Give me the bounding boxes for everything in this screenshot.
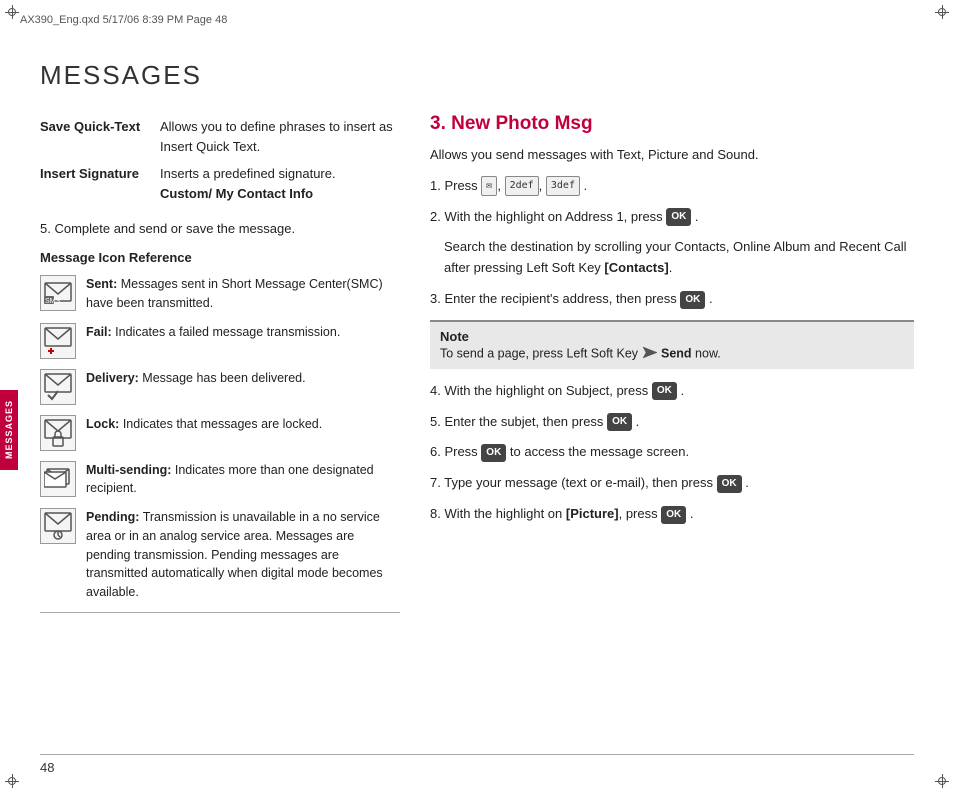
crosshair-top-right bbox=[935, 5, 949, 19]
insert-signature-value: Inserts a predefined signature.Custom/ M… bbox=[160, 160, 400, 207]
complete-text: 5. Complete and send or save the message… bbox=[40, 221, 400, 236]
pending-icon bbox=[40, 508, 76, 544]
right-column: 3. New Photo Msg Allows you send message… bbox=[430, 113, 914, 738]
step-6: 6. Press OK to access the message screen… bbox=[430, 442, 914, 463]
delivery-description: Delivery: Message has been delivered. bbox=[86, 369, 306, 388]
note-text: To send a page, press Left Soft Key bbox=[440, 346, 642, 360]
send-icon bbox=[642, 346, 658, 362]
list-item: Fail: Indicates a failed message transmi… bbox=[40, 323, 400, 359]
side-tab: MESSAGES bbox=[0, 390, 18, 470]
save-quick-text-value: Allows you to define phrases to insert a… bbox=[160, 113, 400, 160]
ok-button-step2: OK bbox=[666, 208, 691, 226]
sent-description: Sent: Messages sent in Short Message Cen… bbox=[86, 275, 400, 313]
svg-text:SMS: SMS bbox=[45, 298, 61, 304]
file-info: AX390_Eng.qxd 5/17/06 8:39 PM Page 48 bbox=[20, 14, 227, 26]
list-item: SMS Sent: Messages sent in Short Message… bbox=[40, 275, 400, 313]
lock-icon bbox=[40, 415, 76, 451]
pending-description: Pending: Transmission is unavailable in … bbox=[86, 508, 400, 602]
list-item: Pending: Transmission is unavailable in … bbox=[40, 508, 400, 602]
multi-sending-description: Multi-sending: Indicates more than one d… bbox=[86, 461, 400, 499]
save-quick-text-label: Save Quick-Text bbox=[40, 113, 160, 160]
main-content: MESSAGES Save Quick-Text Allows you to d… bbox=[40, 50, 914, 738]
fail-icon bbox=[40, 323, 76, 359]
ok-button-step3: OK bbox=[680, 291, 705, 309]
quick-text-table: Save Quick-Text Allows you to define phr… bbox=[40, 113, 400, 207]
step-2: 2. With the highlight on Address 1, pres… bbox=[430, 207, 914, 228]
multi-sending-icon bbox=[40, 461, 76, 497]
list-item: Lock: Indicates that messages are locked… bbox=[40, 415, 400, 451]
side-tab-label: MESSAGES bbox=[4, 400, 14, 459]
intro-text: Allows you send messages with Text, Pict… bbox=[430, 145, 914, 166]
fail-description: Fail: Indicates a failed message transmi… bbox=[86, 323, 340, 342]
icon-ref-list: SMS Sent: Messages sent in Short Message… bbox=[40, 275, 400, 602]
delivery-icon bbox=[40, 369, 76, 405]
ok-button-step8: OK bbox=[661, 506, 686, 524]
bottom-line bbox=[40, 754, 914, 755]
step-4: 4. With the highlight on Subject, press … bbox=[430, 381, 914, 402]
two-col-layout: Save Quick-Text Allows you to define phr… bbox=[40, 113, 914, 738]
icon-ref-title: Message Icon Reference bbox=[40, 250, 400, 265]
note-suffix: now. bbox=[695, 346, 721, 360]
key-2def: 2def bbox=[505, 176, 539, 196]
ok-button-step4: OK bbox=[652, 382, 677, 400]
sent-icon: SMS bbox=[40, 275, 76, 311]
send-label: Send bbox=[661, 346, 695, 360]
note-title: Note bbox=[440, 329, 904, 344]
section-title: 3. New Photo Msg bbox=[430, 113, 914, 135]
crosshair-bottom-left bbox=[5, 774, 19, 788]
step-5: 5. Enter the subjet, then press OK . bbox=[430, 412, 914, 433]
crosshair-bottom-right bbox=[935, 774, 949, 788]
note-box: Note To send a page, press Left Soft Key… bbox=[430, 320, 914, 369]
left-column: Save Quick-Text Allows you to define phr… bbox=[40, 113, 400, 738]
page-title: MESSAGES bbox=[40, 60, 914, 91]
lock-description: Lock: Indicates that messages are locked… bbox=[86, 415, 322, 434]
ok-button-step5: OK bbox=[607, 413, 632, 431]
step-2-sub: Search the destination by scrolling your… bbox=[430, 237, 914, 279]
step-3: 3. Enter the recipient's address, then p… bbox=[430, 289, 914, 310]
top-bar: AX390_Eng.qxd 5/17/06 8:39 PM Page 48 bbox=[20, 14, 934, 26]
left-bottom-divider bbox=[40, 612, 400, 613]
list-item: Delivery: Message has been delivered. bbox=[40, 369, 400, 405]
table-row: Insert Signature Inserts a predefined si… bbox=[40, 160, 400, 207]
table-row: Save Quick-Text Allows you to define phr… bbox=[40, 113, 400, 160]
ok-button-step6: OK bbox=[481, 444, 506, 462]
insert-signature-label: Insert Signature bbox=[40, 160, 160, 207]
step-7: 7. Type your message (text or e-mail), t… bbox=[430, 473, 914, 494]
key-3def: 3def bbox=[546, 176, 580, 196]
page-number: 48 bbox=[40, 760, 54, 775]
ok-button-step7: OK bbox=[717, 475, 742, 493]
list-item: Multi-sending: Indicates more than one d… bbox=[40, 461, 400, 499]
contacts-bracket: [Contacts] bbox=[604, 260, 668, 275]
envelope-key: ✉ bbox=[481, 176, 497, 196]
crosshair-top-left bbox=[5, 5, 19, 19]
step-1: 1. Press ✉, 2def, 3def . bbox=[430, 176, 914, 197]
picture-bracket: [Picture] bbox=[566, 506, 619, 521]
insert-signature-highlight: Custom/ My Contact Info bbox=[160, 186, 313, 201]
step-8: 8. With the highlight on [Picture], pres… bbox=[430, 504, 914, 525]
